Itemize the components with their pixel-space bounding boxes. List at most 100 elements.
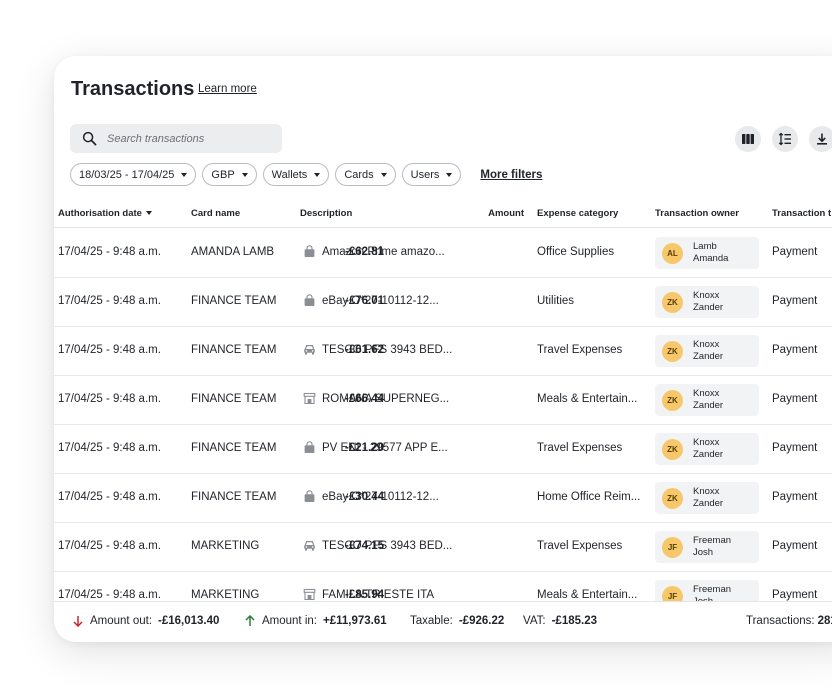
card-name: MARKETING [191,589,260,601]
amount: -£62.81 [344,246,384,258]
expense-category[interactable]: Meals & Entertain... [537,589,637,601]
table-header: Authorisation date Card name Description… [54,204,832,228]
authorisation-date: 17/04/25 - 9:48 a.m. [58,246,161,258]
arrow-down-icon [73,616,83,627]
card-name: MARKETING [191,540,260,552]
transaction-owner[interactable]: ZK Knoxx Zander [655,286,759,318]
amount: -£21.20 [344,442,384,454]
vat-summary: VAT: -£185.23 [523,615,597,627]
owner-first-name: Josh [693,547,714,558]
column-label: Authorisation date [58,208,142,219]
columns-button[interactable] [735,126,761,152]
expense-category[interactable]: Meals & Entertain... [537,393,637,405]
search-placeholder: Search transactions [107,132,205,145]
expense-category[interactable]: Utilities [537,295,574,307]
owner-last-name: Freeman [693,534,732,546]
store-icon [303,588,316,601]
owner-name: Knoxx Zander [693,437,723,462]
amount-out-value: -£16,013.40 [158,615,220,627]
wallets-filter[interactable]: Wallets [262,163,330,186]
row-density-button[interactable] [772,126,798,152]
date-range-filter[interactable]: 18/03/25 - 17/04/25 [70,163,197,186]
avatar: JF [662,585,683,601]
expense-category[interactable]: Travel Expenses [537,540,622,552]
learn-more-link[interactable]: Learn more [198,83,257,95]
shopping-bag-icon [303,490,316,503]
transaction-type: Payment [772,589,818,601]
owner-last-name: Lamb [693,240,717,252]
row-density-icon [778,132,791,146]
caret-down-icon [446,172,453,177]
amount: -£61.62 [344,344,384,356]
transaction-owner[interactable]: ZK Knoxx Zander [655,433,759,465]
owner-first-name: Zander [693,498,724,509]
table-row[interactable]: 17/04/25 - 9:48 a.m. FINANCE TEAM TESCO PF… [54,327,832,376]
caret-down-icon [181,172,188,177]
transaction-owner[interactable]: ZK Knoxx Zander [655,384,759,416]
chip-label: Wallets [271,168,308,181]
owner-last-name: Knoxx [693,485,720,497]
car-icon [303,539,316,552]
transaction-owner[interactable]: JF FreemanJosh [655,580,759,601]
description-text: ROMANA SUPERNEG... [322,392,450,405]
chip-label: Cards [344,168,374,181]
search-input[interactable]: Search transactions [70,124,282,153]
currency-filter[interactable]: GBP [202,163,257,186]
avatar: AL [662,242,683,264]
owner-first-name: Zander [693,449,724,460]
column-header-amount[interactable]: Amount [488,208,524,219]
taxable-summary: Taxable: -£926.22 [410,615,504,627]
transactions-table: 17/04/25 - 9:48 a.m. AMANDA LAMB Amazon Pr… [54,229,832,601]
column-header-date[interactable]: Authorisation date [58,208,152,219]
authorisation-date: 17/04/25 - 9:48 a.m. [58,442,161,454]
table-row[interactable]: 17/04/25 - 9:48 a.m. MARKETING FAMILA TRIE… [54,572,832,601]
transaction-type: Payment [772,491,818,503]
download-icon [817,133,827,145]
caret-down-icon [380,172,387,177]
column-header-owner[interactable]: Transaction owner [655,208,739,219]
table-row[interactable]: 17/04/25 - 9:48 a.m. MARKETING TESCO PFS 3… [54,523,832,572]
sort-desc-icon [145,211,152,216]
columns-icon [742,134,754,144]
authorisation-date: 17/04/25 - 9:48 a.m. [58,393,161,405]
column-header-card[interactable]: Card name [191,208,240,219]
cards-filter[interactable]: Cards [335,163,396,186]
more-filters-link[interactable]: More filters [480,169,542,181]
amount-out-label: Amount out: [90,615,153,627]
arrow-up-icon [245,615,255,626]
shopping-bag-icon [303,245,316,258]
download-button[interactable] [809,126,832,152]
owner-name: Knoxx Zander [693,339,723,364]
card-name: AMANDA LAMB [191,246,275,258]
table-row[interactable]: 17/04/25 - 9:48 a.m. FINANCE TEAM PV ENI -… [54,425,832,474]
transaction-owner[interactable]: AL Lamb Amanda [655,237,759,269]
expense-category[interactable]: Travel Expenses [537,442,622,454]
table-row[interactable]: 17/04/25 - 9:48 a.m. FINANCE TEAM eBay O*2… [54,278,832,327]
table-row[interactable]: 17/04/25 - 9:48 a.m. AMANDA LAMB Amazon Pr… [54,229,832,278]
transaction-owner[interactable]: ZK Knoxx Zander [655,335,759,367]
transaction-type: Payment [772,295,818,307]
owner-last-name: Freeman [693,583,732,595]
caret-down-icon [314,172,321,177]
transaction-owner[interactable]: JF FreemanJosh [655,531,759,563]
owner-name: FreemanJosh [693,584,731,602]
authorisation-date: 17/04/25 - 9:48 a.m. [58,295,161,307]
card-name: FINANCE TEAM [191,393,277,405]
authorisation-date: 17/04/25 - 9:48 a.m. [58,589,161,601]
expense-category[interactable]: Home Office Reim... [537,491,640,503]
amount: -£76.01 [344,295,384,307]
table-row[interactable]: 17/04/25 - 9:48 a.m. FINANCE TEAM ROMANA S… [54,376,832,425]
table-row[interactable]: 17/04/25 - 9:48 a.m. FINANCE TEAM eBay O*2… [54,474,832,523]
shopping-bag-icon [303,294,316,307]
expense-category[interactable]: Office Supplies [537,246,614,258]
amount: -£30.44 [344,491,384,503]
expense-category[interactable]: Travel Expenses [537,344,622,356]
column-header-description[interactable]: Description [300,208,352,219]
amount-in-value: +£11,973.61 [322,615,387,627]
card-name: FINANCE TEAM [191,344,277,356]
transaction-owner[interactable]: ZK Knoxx Zander [655,482,759,514]
users-filter[interactable]: Users [401,163,462,186]
column-header-category[interactable]: Expense category [537,208,618,219]
column-header-type[interactable]: Transaction t [772,208,831,219]
card-name: FINANCE TEAM [191,442,277,454]
